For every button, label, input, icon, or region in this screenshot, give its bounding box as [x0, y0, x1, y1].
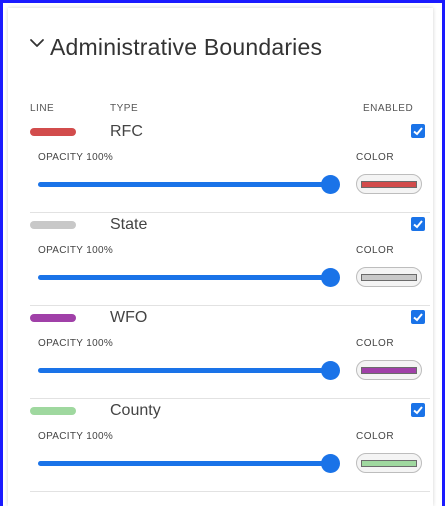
layer-row-county: County OPACITY 100% COLOR [30, 399, 430, 492]
opacity-slider[interactable] [38, 368, 330, 373]
layer-type-label: State [110, 216, 148, 233]
opacity-value: 100% [86, 152, 114, 163]
chevron-down-icon[interactable] [28, 35, 46, 53]
layer-type-label: RFC [110, 123, 143, 140]
opacity-label: OPACITY 100% [38, 152, 116, 163]
opacity-label-text: OPACITY [38, 245, 84, 256]
opacity-label-text: OPACITY [38, 152, 84, 163]
opacity-label: OPACITY 100% [38, 431, 116, 442]
opacity-slider[interactable] [38, 275, 330, 280]
line-swatch [30, 314, 76, 322]
layer-type-label: County [110, 402, 161, 419]
layer-row-rfc: RFC OPACITY 100% COLOR [30, 120, 430, 213]
color-picker-button[interactable] [356, 453, 422, 473]
color-preview [361, 273, 417, 281]
checkmark-icon [413, 406, 423, 415]
enabled-checkbox[interactable] [411, 310, 425, 324]
line-swatch [30, 128, 76, 136]
opacity-label-text: OPACITY [38, 338, 84, 349]
opacity-slider[interactable] [38, 461, 330, 466]
column-header-type: TYPE [110, 103, 139, 114]
opacity-slider[interactable] [38, 182, 330, 187]
checkmark-icon [413, 220, 423, 229]
opacity-slider-handle[interactable] [320, 454, 340, 473]
checkmark-icon [413, 313, 423, 322]
column-header-line: LINE [30, 103, 55, 114]
color-preview [361, 459, 417, 467]
enabled-checkbox[interactable] [411, 403, 425, 417]
line-swatch [30, 221, 76, 229]
layer-row-state: State OPACITY 100% COLOR [30, 213, 430, 306]
enabled-checkbox[interactable] [411, 217, 425, 231]
opacity-value: 100% [86, 431, 114, 442]
column-header-enabled: ENABLED [363, 103, 414, 114]
section-header[interactable]: Administrative Boundaries [28, 34, 322, 61]
checkmark-icon [413, 127, 423, 136]
opacity-slider-handle[interactable] [320, 361, 340, 380]
color-label: COLOR [356, 245, 395, 256]
color-preview [361, 366, 417, 374]
color-picker-button[interactable] [356, 360, 422, 380]
opacity-label: OPACITY 100% [38, 245, 116, 256]
color-label: COLOR [356, 338, 395, 349]
color-label: COLOR [356, 431, 395, 442]
enabled-checkbox[interactable] [411, 124, 425, 138]
opacity-slider-handle[interactable] [320, 268, 340, 287]
opacity-value: 100% [86, 338, 114, 349]
color-picker-button[interactable] [356, 174, 422, 194]
opacity-slider-handle[interactable] [320, 175, 340, 194]
color-picker-button[interactable] [356, 267, 422, 287]
layer-panel: Administrative Boundaries LINE TYPE ENAB… [8, 8, 433, 506]
color-preview [361, 180, 417, 188]
opacity-value: 100% [86, 245, 114, 256]
opacity-label: OPACITY 100% [38, 338, 116, 349]
color-label: COLOR [356, 152, 395, 163]
layer-row-wfo: WFO OPACITY 100% COLOR [30, 306, 430, 399]
section-title: Administrative Boundaries [50, 34, 323, 60]
layer-type-label: WFO [110, 309, 148, 326]
opacity-label-text: OPACITY [38, 431, 84, 442]
line-swatch [30, 407, 76, 415]
